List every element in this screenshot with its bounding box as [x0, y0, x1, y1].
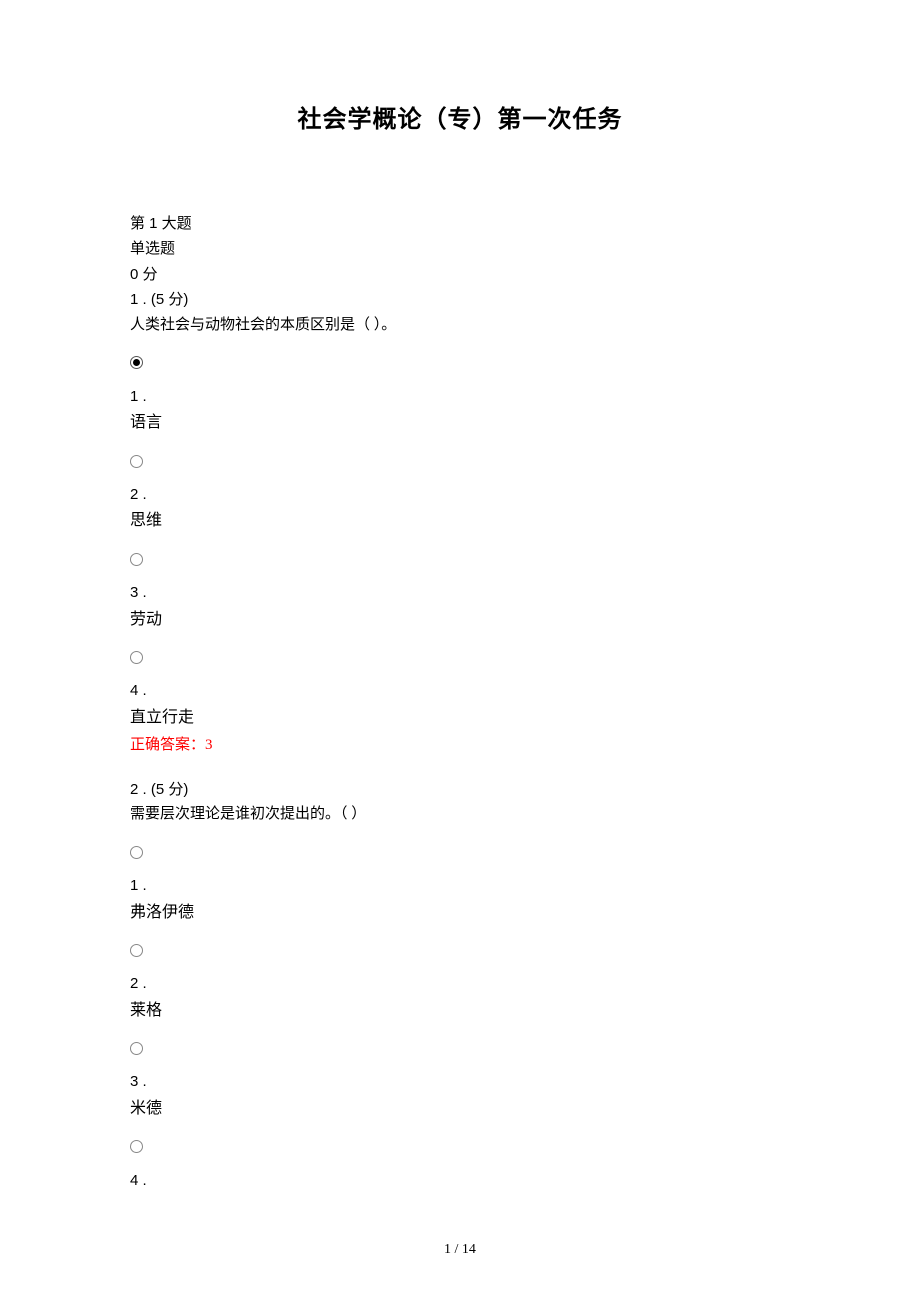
- option-number: 2 .: [130, 482, 790, 508]
- q1-opt2-radio[interactable]: [130, 448, 790, 474]
- option-number: 3 .: [130, 1069, 790, 1095]
- section-score: 0 分: [130, 262, 790, 288]
- q2-opt2: 2 . 莱格: [130, 971, 790, 1024]
- q1-opt4: 4 . 直立行走: [130, 678, 790, 731]
- option-text: 语言: [130, 409, 790, 436]
- q1-opt3: 3 . 劳动: [130, 580, 790, 633]
- option-text: 劳动: [130, 606, 790, 633]
- option-text: 莱格: [130, 997, 790, 1024]
- radio-empty-icon: [130, 1140, 143, 1153]
- option-number: 3 .: [130, 580, 790, 606]
- q1-text: 人类社会与动物社会的本质区别是（ ）。: [130, 313, 790, 339]
- radio-empty-icon: [130, 553, 143, 566]
- q2-opt1-radio[interactable]: [130, 840, 790, 866]
- q2-opt3: 3 . 米德: [130, 1069, 790, 1122]
- option-text: 直立行走: [130, 704, 790, 731]
- option-text: 弗洛伊德: [130, 899, 790, 926]
- option-number: 4 .: [130, 678, 790, 704]
- document-title: 社会学概论（专）第一次任务: [130, 100, 790, 141]
- section-header: 第 1 大题: [130, 211, 790, 237]
- radio-empty-icon: [130, 846, 143, 859]
- option-text: 思维: [130, 507, 790, 534]
- q1-opt1-radio[interactable]: [130, 350, 790, 376]
- q1-opt3-radio[interactable]: [130, 547, 790, 573]
- radio-empty-icon: [130, 944, 143, 957]
- q2-block: 2 . (5 分) 需要层次理论是谁初次提出的。（ ） 1 . 弗洛伊德 2 .…: [130, 777, 790, 1194]
- q2-opt3-radio[interactable]: [130, 1036, 790, 1062]
- section-block: 第 1 大题 单选题 0 分 1 . (5 分) 人类社会与动物社会的本质区别是…: [130, 211, 790, 1193]
- radio-selected-icon: [130, 356, 143, 369]
- q1-opt4-radio[interactable]: [130, 645, 790, 671]
- q2-number: 2 . (5 分): [130, 777, 790, 803]
- section-type: 单选题: [130, 236, 790, 262]
- option-number: 1 .: [130, 873, 790, 899]
- radio-empty-icon: [130, 651, 143, 664]
- q2-text: 需要层次理论是谁初次提出的。（ ）: [130, 802, 790, 828]
- q2-opt2-radio[interactable]: [130, 938, 790, 964]
- q1-number: 1 . (5 分): [130, 287, 790, 313]
- radio-empty-icon: [130, 1042, 143, 1055]
- radio-empty-icon: [130, 455, 143, 468]
- q1-opt2: 2 . 思维: [130, 482, 790, 535]
- q1-opt1: 1 . 语言: [130, 384, 790, 437]
- option-text: 米德: [130, 1095, 790, 1122]
- option-number: 4 .: [130, 1168, 790, 1194]
- option-number: 2 .: [130, 971, 790, 997]
- option-number: 1 .: [130, 384, 790, 410]
- q2-opt1: 1 . 弗洛伊德: [130, 873, 790, 926]
- q2-opt4: 4 .: [130, 1168, 790, 1194]
- q2-opt4-radio[interactable]: [130, 1134, 790, 1160]
- page-number: 1 / 14: [0, 1238, 920, 1262]
- q1-correct-answer: 正确答案：3: [130, 733, 790, 759]
